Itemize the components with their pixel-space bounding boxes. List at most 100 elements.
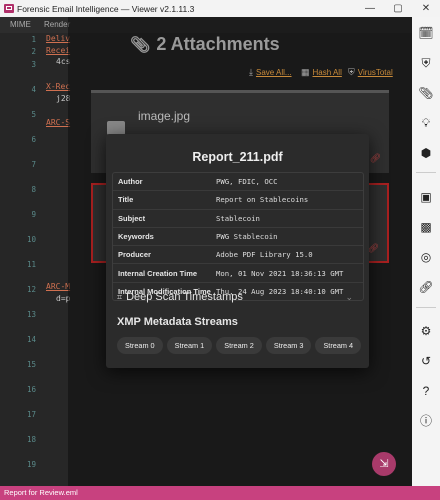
link-icon[interactable]: 🔗︎ xyxy=(368,243,379,254)
virustotal-label: VirusTotal xyxy=(357,68,393,77)
deep-scan-label: Deep Scan Timestamps xyxy=(126,291,243,303)
line-number: 3 xyxy=(31,60,36,69)
metadata-value: Report on Stablecoins xyxy=(216,195,309,205)
fingerprint-icon[interactable]: ◎ xyxy=(418,249,434,265)
paperclip-icon: 📎︎ xyxy=(130,36,151,54)
attachments-title: 2 Attachments xyxy=(156,34,280,54)
gear-icon[interactable]: ⚙ xyxy=(418,323,434,339)
window-title: Forensic Email Intelligence — Viewer v2.… xyxy=(17,3,195,14)
line-number: 15 xyxy=(26,360,36,369)
save-all-label: Save All... xyxy=(255,68,292,77)
ip-icon[interactable]: ▣ xyxy=(418,189,434,205)
stream-button[interactable]: Stream 0 xyxy=(117,337,163,354)
metadata-value: Mon, 01 Nov 2021 18:36:13 GMT xyxy=(216,268,344,278)
metadata-table: Author PWG, FDIC, OCC Title Report on St… xyxy=(112,172,364,302)
pdf-metadata-popover: Report_211.pdf Author PWG, FDIC, OCC Tit… xyxy=(106,134,369,368)
line-number: 12 xyxy=(26,285,36,294)
line-number: 18 xyxy=(26,435,36,444)
file-icon xyxy=(107,121,125,135)
toolbar-divider xyxy=(416,307,436,308)
line-number: 11 xyxy=(26,260,36,269)
header-line[interactable]: ARC-S xyxy=(46,118,70,127)
attachments-heading: 📎︎ 2 Attachments xyxy=(130,34,380,55)
save-all-button[interactable]: ⤓ Save All... xyxy=(249,67,292,78)
metadata-key: Author xyxy=(118,177,143,187)
xmp-section-title: XMP Metadata Streams xyxy=(117,316,238,328)
shield-check-icon[interactable]: ⛨ xyxy=(418,55,434,71)
link-icon[interactable]: 🔗︎ xyxy=(370,153,381,164)
hash-all-label: Hash All xyxy=(312,68,342,77)
line-number: 8 xyxy=(31,185,36,194)
toolbar-divider xyxy=(416,172,436,173)
calendar-clock-icon[interactable]: 🗓︎ xyxy=(418,25,434,41)
status-bar: Report for Review.eml xyxy=(0,486,440,500)
line-number: 2 xyxy=(31,47,36,56)
export-button[interactable]: ⇲ xyxy=(372,452,396,476)
table-row: Subject Stablecoin xyxy=(113,210,363,228)
maximize-button[interactable]: ▢ xyxy=(384,3,412,14)
header-line[interactable]: Recei xyxy=(46,46,70,55)
right-toolbar: 🗓︎ ⛨ 📎︎ 💡︎ ⬢ ▣ ▩ ◎ 🔗︎ ⚙ ↺ ? ⓘ xyxy=(412,17,440,486)
minimize-button[interactable]: — xyxy=(356,3,384,14)
status-filename: Report for Review.eml xyxy=(4,488,78,497)
table-row: Author PWG, FDIC, OCC xyxy=(113,173,363,192)
table-row: Internal Creation Time Mon, 01 Nov 2021 … xyxy=(113,264,363,283)
line-number: 6 xyxy=(31,135,36,144)
chevron-down-icon: ⌄ xyxy=(345,291,353,302)
stream-button[interactable]: Stream 1 xyxy=(166,337,213,354)
package-icon[interactable]: ⬢ xyxy=(418,145,434,161)
help-icon[interactable]: ? xyxy=(418,383,434,399)
line-number: 10 xyxy=(26,235,36,244)
header-line[interactable]: ARC-M xyxy=(46,282,70,291)
hash-icon: ▦ xyxy=(301,67,310,77)
header-line[interactable]: X-Rec xyxy=(46,82,70,91)
metadata-value: PWG, FDIC, OCC xyxy=(216,177,278,187)
title-bar: Forensic Email Intelligence — Viewer v2.… xyxy=(0,0,440,17)
metadata-value: PWG Stablecoin xyxy=(216,232,278,242)
close-button[interactable]: ✕ xyxy=(412,3,440,14)
info-icon[interactable]: ⓘ xyxy=(418,413,434,429)
line-number: 19 xyxy=(26,460,36,469)
shield-icon: ⛨ xyxy=(348,67,355,77)
line-number: 17 xyxy=(26,410,36,419)
deep-scan-toggle[interactable]: ⌗ Deep Scan Timestamps ⌄ xyxy=(117,291,353,303)
line-number: 14 xyxy=(26,335,36,344)
paperclip-icon[interactable]: 📎︎ xyxy=(418,85,434,101)
hash-all-button[interactable]: ▦ Hash All xyxy=(301,67,342,78)
line-number: 1 xyxy=(31,35,36,44)
line-number: 16 xyxy=(26,385,36,394)
app-logo-icon xyxy=(4,4,14,13)
tab-render[interactable]: Render xyxy=(44,20,70,29)
history-icon[interactable]: ↺ xyxy=(418,353,434,369)
table-row: Keywords PWG Stablecoin xyxy=(113,228,363,247)
table-row: Producer Adobe PDF Library 15.0 xyxy=(113,246,363,265)
table-row: Title Report on Stablecoins xyxy=(113,191,363,210)
lightbulb-icon[interactable]: 💡︎ xyxy=(418,115,434,131)
download-icon: ⤓ xyxy=(249,67,253,77)
line-number: 4 xyxy=(31,85,36,94)
metadata-key: Keywords xyxy=(118,232,154,242)
attachment-filename: image.jpg xyxy=(138,109,191,123)
metadata-value: Adobe PDF Library 15.0 xyxy=(216,250,313,260)
tab-mime[interactable]: MIME xyxy=(10,20,31,29)
line-number: 7 xyxy=(31,160,36,169)
header-line[interactable]: Deliv xyxy=(46,34,70,43)
metadata-key: Producer xyxy=(118,250,151,260)
stream-button[interactable]: Stream 2 xyxy=(216,337,262,354)
line-number: 9 xyxy=(31,210,36,219)
metadata-key: Title xyxy=(118,195,134,205)
virustotal-button[interactable]: ⛨ VirusTotal xyxy=(348,67,393,78)
xmp-stream-list: Stream 0 Stream 1 Stream 2 Stream 3 Stre… xyxy=(117,337,362,354)
stream-button[interactable]: Stream 3 xyxy=(265,337,312,354)
line-number: 5 xyxy=(31,110,36,119)
line-number-gutter: 1 2 3 4 5 6 7 8 9 10 11 12 13 14 15 16 1… xyxy=(0,33,40,486)
metadata-value: Stablecoin xyxy=(216,213,260,223)
line-number: 13 xyxy=(26,310,36,319)
popover-filename: Report_211.pdf xyxy=(192,150,283,164)
metadata-key: Internal Creation Time xyxy=(118,268,198,278)
scan-icon: ⌗ xyxy=(117,291,123,302)
link-icon[interactable]: 🔗︎ xyxy=(418,279,434,295)
metadata-key: Subject xyxy=(118,213,146,223)
chip-icon[interactable]: ▩ xyxy=(418,219,434,235)
stream-button[interactable]: Stream 4 xyxy=(315,337,362,354)
